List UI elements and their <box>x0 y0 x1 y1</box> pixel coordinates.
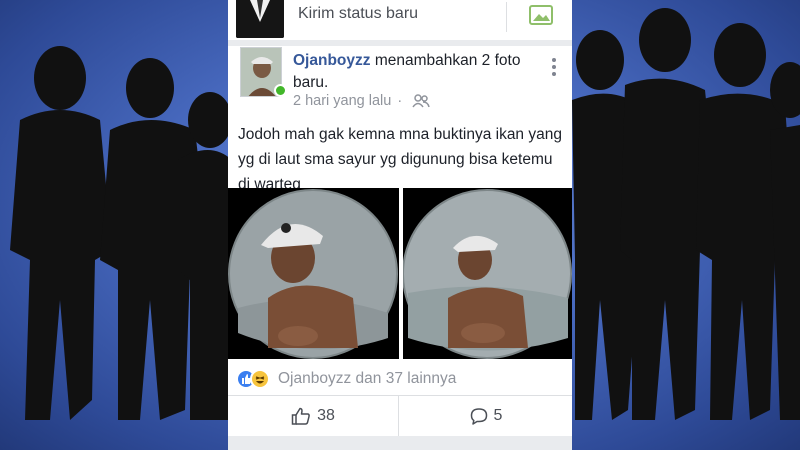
composer-placeholder[interactable]: Kirim status baru <box>298 5 418 23</box>
thumbs-up-icon <box>291 407 310 425</box>
comment-count: 5 <box>493 407 503 424</box>
haha-reaction-icon <box>250 369 270 389</box>
card-bottom-strip <box>228 436 572 450</box>
comment-button[interactable]: 5 <box>400 396 572 436</box>
post-meta: 2 hari yang lalu · <box>293 93 430 109</box>
post-header: Ojanboyzz menambahkan 2 foto baru. <box>293 50 538 94</box>
composer-divider <box>506 2 507 32</box>
post-body: Jodoh mah gak kemna mna buktinya ikan ya… <box>238 126 562 193</box>
meta-separator: · <box>397 93 403 109</box>
like-count: 38 <box>317 407 335 424</box>
avatar-icon <box>236 0 284 38</box>
post-photo-1[interactable] <box>228 188 399 359</box>
friends-icon <box>412 94 430 108</box>
photo-icon[interactable] <box>528 4 554 26</box>
post-card: Kirim status baru Ojanboyzz menambahkan … <box>228 0 572 450</box>
like-button[interactable]: 38 <box>228 396 399 436</box>
more-vertical-icon[interactable] <box>552 58 558 78</box>
reaction-summary[interactable]: Ojanboyzz dan 37 lainnya <box>236 369 456 389</box>
comment-icon <box>470 408 487 425</box>
post-time[interactable]: 2 hari yang lalu <box>293 93 391 109</box>
author-name[interactable]: Ojanboyzz <box>293 52 371 69</box>
status-composer[interactable]: Kirim status baru <box>228 0 572 46</box>
post-photo-2[interactable] <box>403 188 572 359</box>
reaction-summary-text: Ojanboyzz dan 37 lainnya <box>278 370 457 387</box>
online-status-dot <box>274 84 287 97</box>
